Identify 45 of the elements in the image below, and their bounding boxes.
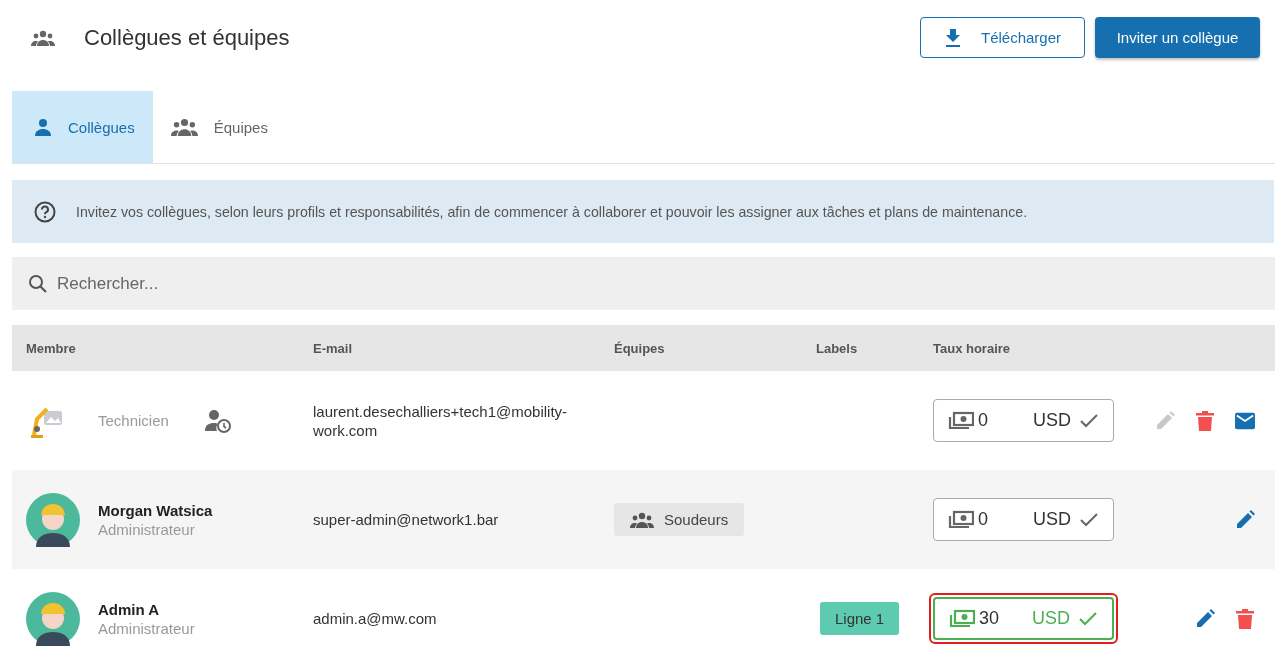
download-icon bbox=[945, 28, 961, 47]
page-title: Collègues et équipes bbox=[84, 24, 290, 51]
edit-icon[interactable] bbox=[1235, 509, 1255, 530]
search-icon bbox=[28, 274, 48, 294]
download-button[interactable]: Télécharger bbox=[920, 17, 1085, 58]
rate-field[interactable]: 0 USD bbox=[933, 399, 1114, 442]
group-icon bbox=[170, 118, 198, 136]
column-header: E-mail bbox=[313, 340, 353, 356]
rate-field[interactable]: 0 USD bbox=[933, 498, 1114, 541]
avatar bbox=[26, 591, 80, 646]
column-header: Labels bbox=[816, 340, 859, 356]
group-icon bbox=[31, 29, 55, 46]
money-icon bbox=[948, 410, 974, 431]
email-text: super-admin@network1.bar bbox=[313, 511, 499, 528]
check-icon bbox=[1079, 511, 1099, 528]
tab[interactable]: Équipes bbox=[152, 91, 286, 163]
search-field[interactable]: Rechercher... bbox=[12, 257, 1275, 310]
column-header: Taux horaire bbox=[933, 340, 1012, 356]
money-icon bbox=[949, 608, 975, 629]
mail-icon[interactable] bbox=[1235, 410, 1255, 431]
person-icon bbox=[34, 118, 52, 136]
column-header: Équipes bbox=[614, 340, 666, 356]
info-text: Invitez vos collègues, selon leurs profils et responsabilités, afin de commencer à collaborer et pouvoir les assigner aux tâches et plans de maintenance. bbox=[76, 203, 1028, 220]
email-text: admin.a@mw.com bbox=[313, 610, 437, 627]
email-text: laurent.desechalliers+tech1@mobility-work.com bbox=[313, 402, 568, 439]
check-icon bbox=[1079, 412, 1099, 429]
member-name: Morgan Watsica bbox=[98, 501, 213, 519]
invite-button[interactable]: Inviter un collègue bbox=[1095, 17, 1260, 58]
column-header: Membre bbox=[26, 340, 77, 356]
team-chip: Soudeurs bbox=[614, 503, 745, 536]
edit-icon[interactable] bbox=[1195, 608, 1215, 629]
delete-icon[interactable] bbox=[1235, 608, 1255, 629]
member-role: Administrateur bbox=[98, 619, 195, 637]
avatar bbox=[26, 492, 80, 547]
money-icon bbox=[948, 509, 974, 530]
rate-field[interactable]: 30 USD bbox=[933, 597, 1114, 640]
label-tag: Ligne 1 bbox=[820, 602, 900, 635]
member-name: Admin A bbox=[98, 600, 161, 618]
group-icon bbox=[630, 511, 654, 528]
check-icon bbox=[1078, 610, 1098, 627]
tab[interactable]: Collègues bbox=[12, 91, 153, 163]
help-icon bbox=[34, 200, 56, 223]
member-role: Administrateur bbox=[98, 520, 196, 538]
member-role: Technicien bbox=[98, 412, 169, 429]
delete-icon[interactable] bbox=[1195, 410, 1215, 431]
